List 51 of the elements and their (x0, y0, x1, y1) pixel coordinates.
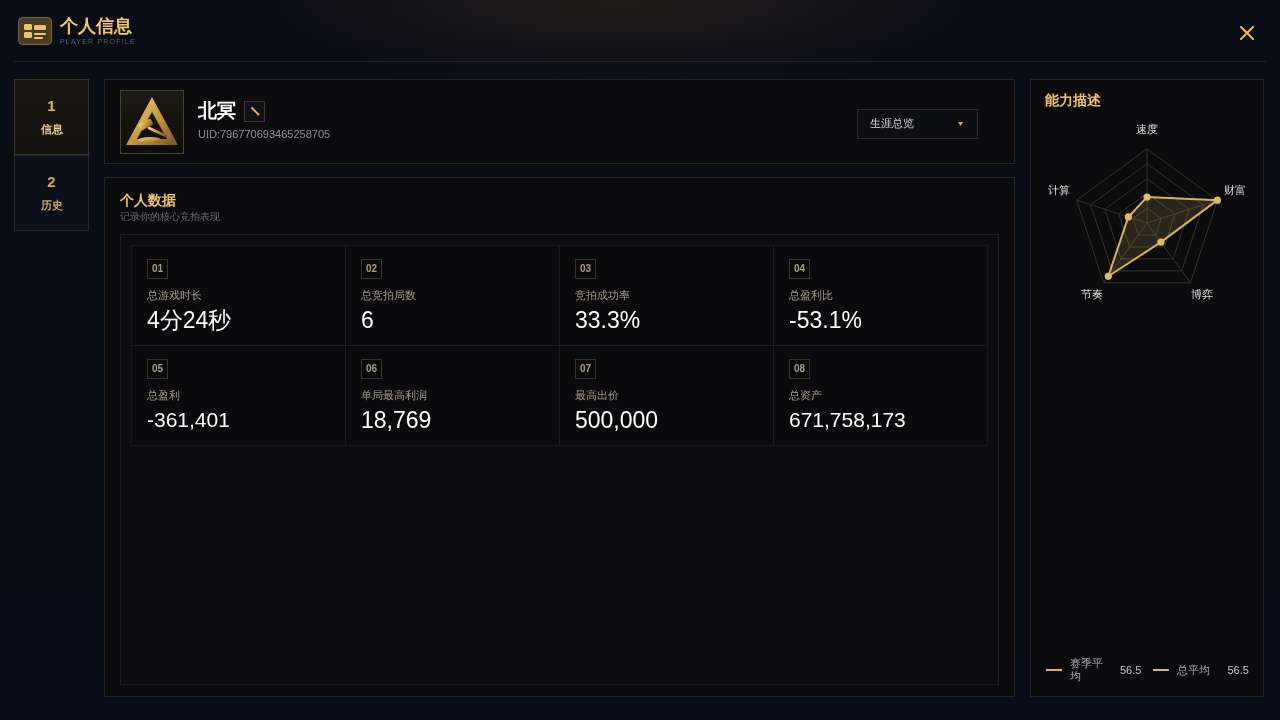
player-name: 北冥 (198, 99, 236, 123)
section-title: 个人数据 (120, 191, 176, 209)
legend-value: 56.5 (1227, 664, 1249, 676)
pencil-icon (249, 106, 260, 116)
stat-label: 最高出价 (575, 388, 619, 402)
profile-card-icon (18, 16, 52, 45)
stat-label: 总竞拍局数 (361, 288, 416, 302)
stat-index: 07 (575, 359, 596, 379)
legend-value: 56.5 (1120, 664, 1142, 676)
close-button[interactable] (1238, 23, 1256, 42)
sidebar-tab[interactable]: 1 信息 (14, 79, 89, 155)
legend-label: 赛季平均 (1070, 657, 1104, 683)
legend-line-icon (1153, 669, 1170, 671)
stat-value: 33.3% (575, 306, 641, 334)
axis-label: 财富 (1224, 184, 1247, 197)
stat-index: 03 (575, 259, 596, 279)
player-uid: UID:796770693465258705 (198, 127, 331, 141)
stat-value: 6 (361, 306, 374, 334)
axis-label: 博弈 (1190, 288, 1213, 300)
sidebar-tab[interactable]: 2 历史 (14, 155, 89, 231)
legend-label: 总平均 (1177, 663, 1212, 677)
stat-value: -53.1% (789, 306, 862, 334)
stat-label: 竞拍成功率 (575, 288, 630, 302)
axis-label: 速度 (1136, 122, 1158, 135)
page-title: 个人信息 (60, 15, 133, 37)
caret-icon (958, 121, 963, 126)
stat-label: 总资产 (789, 388, 822, 402)
stat-label: 总游戏时长 (147, 288, 202, 302)
stat-value: 671,758,173 (789, 407, 906, 433)
view-dropdown[interactable]: 生涯总览 (857, 108, 978, 139)
stat-index: 05 (147, 359, 168, 379)
stat-value: -361,401 (147, 407, 230, 433)
edit-name-button[interactable] (244, 100, 265, 122)
stat-label: 总盈利 (147, 388, 180, 402)
stat-index: 08 (789, 359, 810, 379)
stat-value: 500,000 (575, 406, 659, 434)
stat-label: 总盈利比 (789, 288, 833, 302)
legend-line-icon (1046, 669, 1062, 671)
section-subtitle: 记录你的核心竞拍表现 (120, 211, 220, 223)
stat-value: 4分24秒 (147, 306, 232, 334)
close-icon (1240, 25, 1254, 40)
stat-index: 02 (361, 259, 382, 279)
axis-label: 计算 (1047, 184, 1070, 197)
stat-label: 单局最高利润 (361, 388, 427, 402)
stat-value: 18,769 (361, 406, 432, 434)
stat-index: 04 (789, 259, 810, 279)
stat-index: 01 (147, 259, 168, 279)
stat-index: 06 (361, 359, 382, 379)
axis-label: 节奏 (1081, 288, 1104, 300)
section-title: 能力描述 (1045, 91, 1101, 109)
triangle-emblem-icon (120, 89, 184, 154)
